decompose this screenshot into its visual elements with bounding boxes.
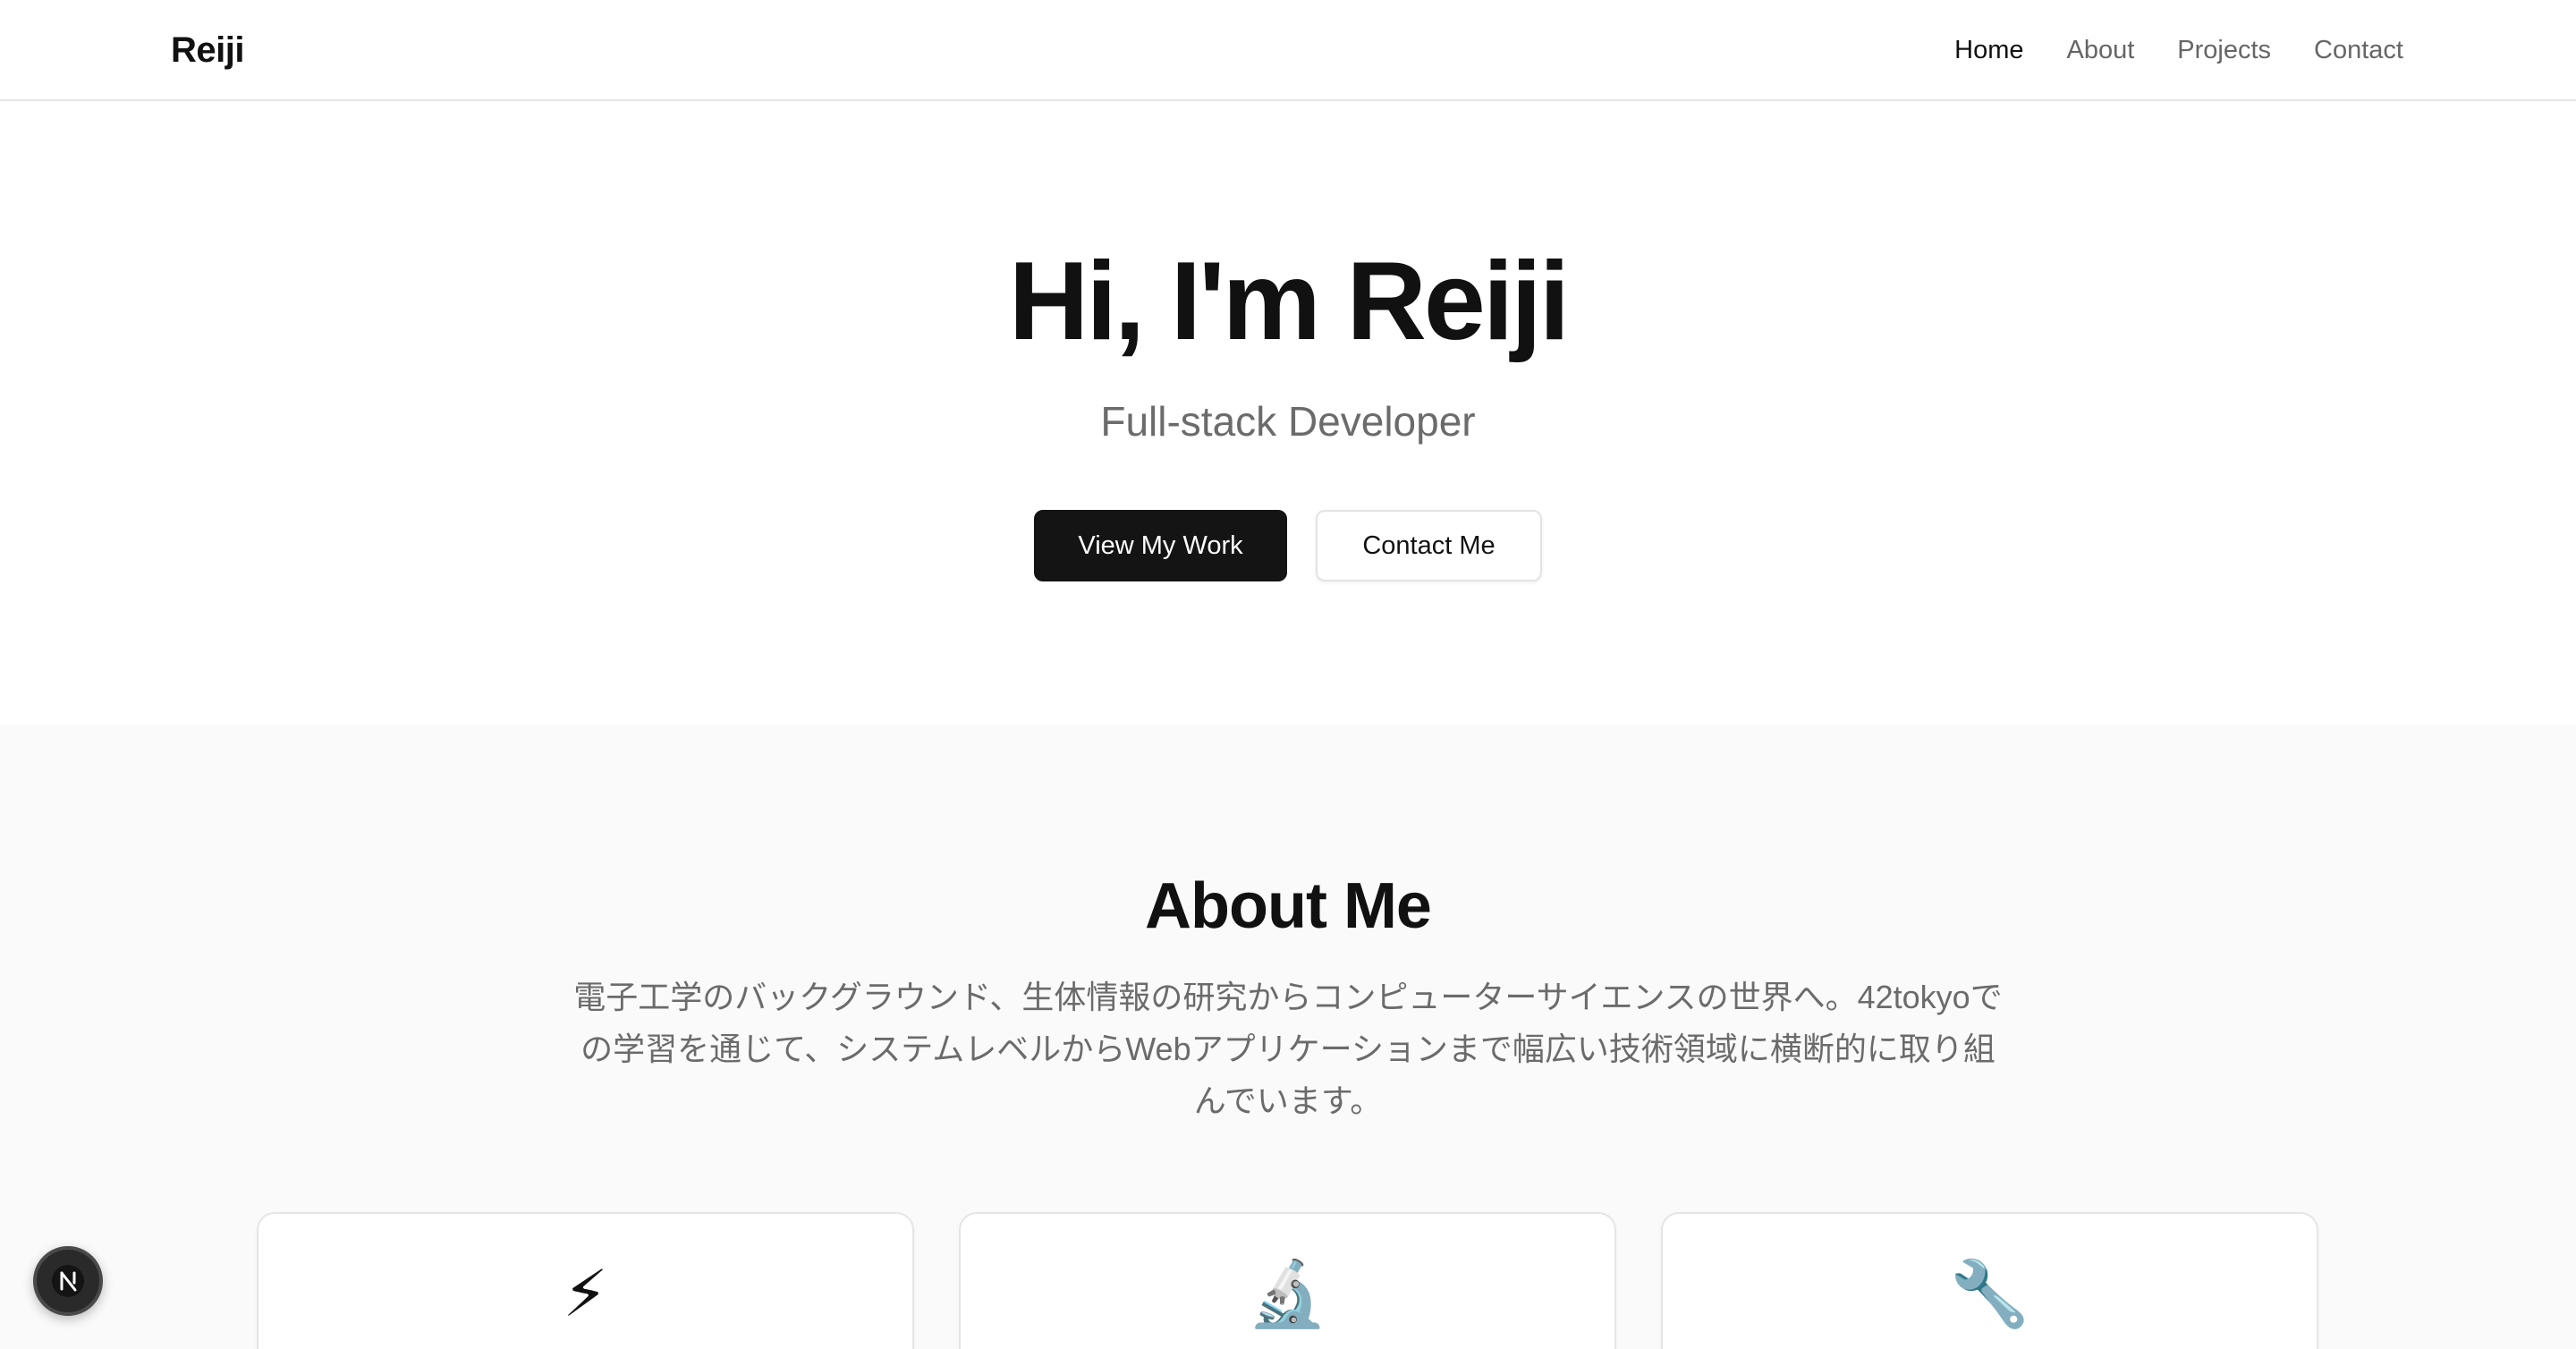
about-card: 🔧	[1661, 1212, 2318, 1349]
contact-me-button[interactable]: Contact Me	[1316, 510, 1542, 581]
nav-link-projects[interactable]: Projects	[2177, 32, 2271, 68]
main-nav: Home About Projects Contact	[1954, 32, 2403, 68]
view-my-work-button[interactable]: View My Work	[1034, 510, 1287, 581]
site-logo[interactable]: Reiji	[171, 29, 244, 72]
hero-title: Hi, I'm Reiji	[1008, 240, 1570, 363]
hero-subtitle: Full-stack Developer	[1100, 398, 1476, 445]
wrench-icon: 🔧	[1949, 1259, 2030, 1330]
hero-section: Hi, I'm Reiji Full-stack Developer View …	[0, 103, 2576, 725]
nextjs-icon	[52, 1265, 84, 1297]
nextjs-dev-badge[interactable]	[33, 1246, 103, 1316]
about-card: ⚡	[257, 1212, 914, 1349]
microscope-icon: 🔬	[1247, 1259, 1328, 1330]
site-header: Reiji Home About Projects Contact	[0, 0, 2576, 101]
hero-buttons: View My Work Contact Me	[0, 510, 2576, 581]
nav-link-contact[interactable]: Contact	[2314, 32, 2403, 68]
page: Reiji Home About Projects Contact Hi, I'…	[0, 0, 2576, 1349]
nav-link-about[interactable]: About	[2066, 32, 2134, 68]
about-description: 電子工学のバックグラウンド、生体情報の研究からコンピューターサイエンスの世界へ。…	[573, 979, 2003, 1119]
about-title: About Me	[1145, 870, 1432, 942]
lightning-icon: ⚡	[563, 1259, 608, 1330]
nav-link-home[interactable]: Home	[1954, 32, 2023, 68]
about-section: About Me 電子工学のバックグラウンド、生体情報の研究からコンピューターサ…	[0, 725, 2576, 1349]
about-cards: ⚡ 🔬 🔧	[257, 1212, 2318, 1349]
about-card: 🔬	[959, 1212, 1616, 1349]
